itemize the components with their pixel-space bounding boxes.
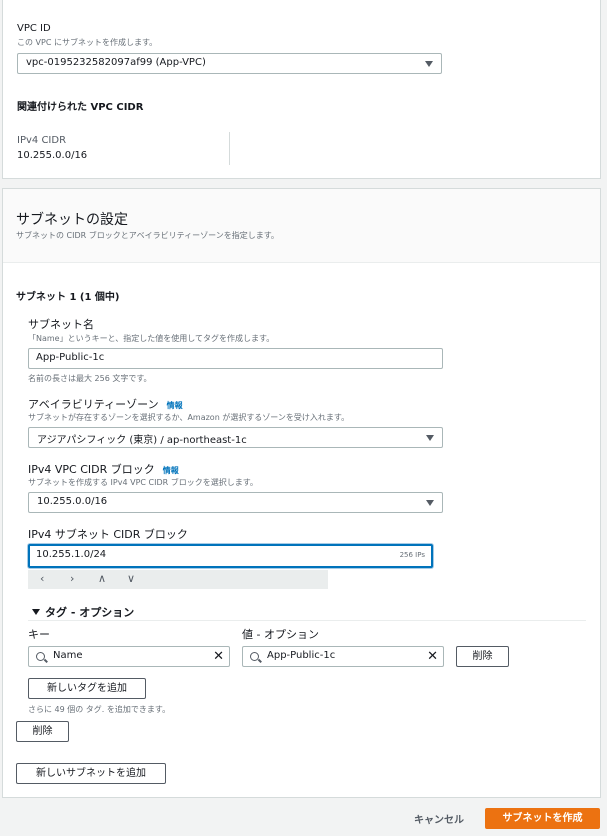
caret-down-icon <box>426 500 434 506</box>
caret-down-icon <box>32 609 40 615</box>
tags-divider <box>28 620 586 621</box>
add-tag-button[interactable]: 新しいタグを追加 <box>28 678 146 699</box>
tags-toggle[interactable]: タグ - オプション <box>32 604 134 620</box>
search-icon <box>36 652 45 661</box>
ipv4-cidr-label: IPv4 CIDR <box>17 135 67 146</box>
subnet-name-value: App-Public-1c <box>36 352 105 363</box>
vpc-cidr-info-link[interactable]: 情報 <box>163 466 179 475</box>
subnet-cidr-block-input[interactable]: 10.255.1.0/24 256 IPs <box>28 544 433 568</box>
search-icon <box>250 652 259 661</box>
tags-toggle-label: タグ - オプション <box>45 606 135 619</box>
vpc-cidr-block-select[interactable]: 10.255.0.0/16 <box>28 492 443 513</box>
subnet-1-heading: サブネット 1 (1 個中) <box>16 292 120 303</box>
subnet-name-input[interactable]: App-Public-1c <box>28 348 443 369</box>
vpc-cidr-block-selected-value: 10.255.0.0/16 <box>37 496 108 507</box>
cidr-divider <box>229 132 230 165</box>
cidr-navigation-bar: ‹ › ∧ ∨ <box>28 570 328 589</box>
tag-value-input[interactable]: App-Public-1c ✕ <box>242 646 444 667</box>
subnet-name-hint: 名前の長さは最大 256 文字です。 <box>28 374 152 383</box>
caret-down-icon <box>426 435 434 441</box>
az-select[interactable]: アジアパシフィック (東京) / ap-northeast-1c <box>28 427 443 448</box>
chevron-left-icon[interactable]: ‹ <box>40 572 44 585</box>
vpc-id-selected-value: vpc-0195232582097af99 (App-VPC) <box>26 57 206 68</box>
vpc-cidr-block-label: IPv4 VPC CIDR ブロック 情報 <box>28 461 179 477</box>
subnet-name-description: 「Name」というキーと、指定した値を使用してタグを作成します。 <box>28 334 275 343</box>
subnet-settings-header: サブネットの設定 サブネットの CIDR ブロックとアベイラビリティーゾーンを指… <box>3 189 600 263</box>
az-info-link[interactable]: 情報 <box>167 401 183 410</box>
subnet-settings-panel: サブネットの設定 サブネットの CIDR ブロックとアベイラビリティーゾーンを指… <box>2 188 601 798</box>
chevron-right-icon[interactable]: › <box>70 572 74 585</box>
tag-value-value: App-Public-1c <box>267 650 336 661</box>
subnet-settings-description: サブネットの CIDR ブロックとアベイラビリティーゾーンを指定します。 <box>16 231 279 240</box>
chevron-down-icon[interactable]: ∨ <box>127 572 135 585</box>
caret-down-icon <box>425 61 433 67</box>
close-icon[interactable]: ✕ <box>427 649 438 664</box>
az-label: アベイラビリティーゾーン 情報 <box>28 396 183 412</box>
close-icon[interactable]: ✕ <box>213 649 224 664</box>
vpc-id-select[interactable]: vpc-0195232582097af99 (App-VPC) <box>17 53 442 74</box>
tag-value-header: 値 - オプション <box>242 628 319 641</box>
tag-key-input[interactable]: Name ✕ <box>28 646 230 667</box>
vpc-cidr-heading: 関連付けられた VPC CIDR <box>17 102 144 113</box>
chevron-up-icon[interactable]: ∧ <box>98 572 106 585</box>
subnet-ip-count: 256 IPs <box>399 551 425 559</box>
remove-subnet-button[interactable]: 削除 <box>16 721 69 742</box>
add-subnet-button[interactable]: 新しいサブネットを追加 <box>16 763 166 784</box>
az-label-text: アベイラビリティーゾーン <box>28 398 159 411</box>
vpc-id-description: この VPC にサブネットを作成します。 <box>17 38 158 47</box>
vpc-cidr-block-label-text: IPv4 VPC CIDR ブロック <box>28 463 155 476</box>
subnet-name-label: サブネット名 <box>28 318 94 331</box>
tag-key-header: キー <box>28 628 50 641</box>
az-selected-value: アジアパシフィック (東京) / ap-northeast-1c <box>37 435 247 446</box>
ipv4-cidr-value: 10.255.0.0/16 <box>17 150 88 161</box>
cancel-button[interactable]: キャンセル <box>414 811 464 826</box>
az-description: サブネットが存在するゾーンを選択するか、Amazon が選択するゾーンを受け入れ… <box>28 413 350 422</box>
tag-key-value: Name <box>53 650 83 661</box>
subnet-cidr-block-value: 10.255.1.0/24 <box>36 549 107 560</box>
vpc-cidr-block-description: サブネットを作成する IPv4 VPC CIDR ブロックを選択します。 <box>28 478 258 487</box>
remove-tag-button[interactable]: 削除 <box>456 646 509 667</box>
tags-remaining-hint: さらに 49 個の タグ. を追加できます。 <box>28 705 171 714</box>
subnet-settings-title: サブネットの設定 <box>16 212 128 228</box>
create-subnet-button[interactable]: サブネットを作成 <box>485 808 600 829</box>
vpc-panel: VPC ID この VPC にサブネットを作成します。 vpc-01952325… <box>2 0 601 179</box>
subnet-cidr-block-label: IPv4 サブネット CIDR ブロック <box>28 528 188 541</box>
vpc-id-label: VPC ID <box>17 23 51 34</box>
